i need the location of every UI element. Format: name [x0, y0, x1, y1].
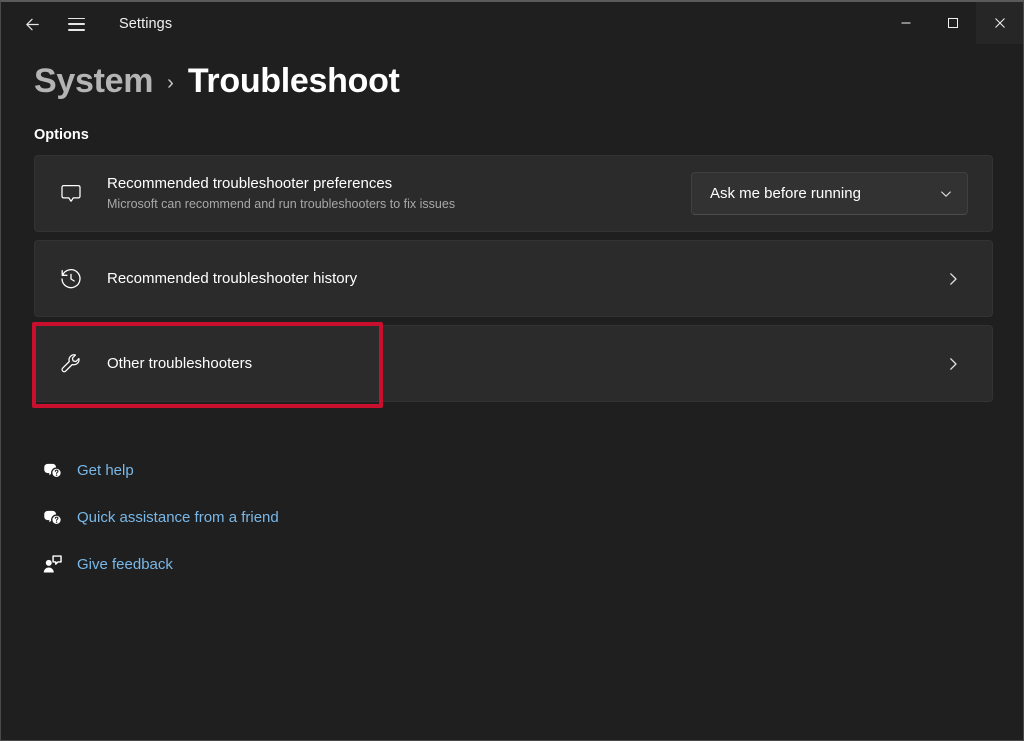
close-icon [994, 18, 1005, 28]
chevron-down-icon [939, 187, 953, 201]
card-recommended-troubleshooter-history[interactable]: Recommended troubleshooter history [34, 240, 993, 317]
chevron-right-icon [938, 356, 968, 372]
wrench-icon [35, 351, 107, 377]
card-text-block: Recommended troubleshooter preferences M… [107, 174, 691, 213]
history-clock-icon [35, 266, 107, 292]
card-recommended-troubleshooter-preferences: Recommended troubleshooter preferences M… [34, 155, 993, 232]
page-content: System › Troubleshoot Options Recommende… [1, 46, 1023, 740]
card-text-block: Other troubleshooters [107, 354, 938, 374]
minimize-button[interactable] [882, 2, 929, 44]
maximize-icon [947, 18, 958, 28]
speech-bubble-icon [35, 181, 107, 207]
card-title: Other troubleshooters [107, 354, 253, 372]
link-label: Give feedback [77, 556, 173, 573]
app-title: Settings [119, 16, 173, 32]
help-bubble-icon [27, 506, 77, 529]
feedback-person-icon [27, 553, 77, 576]
maximize-button[interactable] [929, 2, 976, 44]
chevron-right-icon [938, 271, 968, 287]
card-text-block: Recommended troubleshooter history [107, 269, 938, 289]
link-label: Get help [77, 462, 134, 479]
back-button[interactable] [13, 8, 51, 40]
recommended-troubleshooter-preferences-dropdown[interactable]: Ask me before running [691, 172, 968, 215]
window-controls [882, 2, 1023, 44]
title-bar: Settings [1, 2, 1023, 46]
card-title: Recommended troubleshooter preferences [107, 175, 393, 192]
card-subtitle: Microsoft can recommend and run troubles… [107, 197, 456, 211]
dropdown-selected-value: Ask me before running [710, 185, 861, 202]
close-button[interactable] [976, 2, 1023, 44]
link-label: Quick assistance from a friend [77, 509, 279, 526]
back-arrow-icon [25, 18, 39, 30]
help-links: Get help Quick assistance from a friend [27, 447, 993, 588]
breadcrumb-separator-icon: › [167, 72, 174, 94]
card-title: Recommended troubleshooter history [107, 269, 358, 287]
navigation-menu-button[interactable] [57, 8, 95, 40]
hamburger-menu-icon [67, 17, 85, 31]
breadcrumb: System › Troubleshoot [34, 62, 993, 101]
page-title: Troubleshoot [187, 62, 400, 100]
link-quick-assistance[interactable]: Quick assistance from a friend [27, 494, 993, 541]
section-label-options: Options [34, 127, 89, 143]
card-other-troubleshooters[interactable]: Other troubleshooters [32, 322, 993, 408]
breadcrumb-parent-system[interactable]: System [34, 62, 153, 101]
minimize-icon [901, 22, 910, 24]
help-bubble-icon [27, 459, 77, 482]
link-give-feedback[interactable]: Give feedback [27, 541, 993, 588]
settings-window: Settings System › Troubleshoot Options R… [0, 0, 1024, 741]
link-get-help[interactable]: Get help [27, 447, 993, 494]
